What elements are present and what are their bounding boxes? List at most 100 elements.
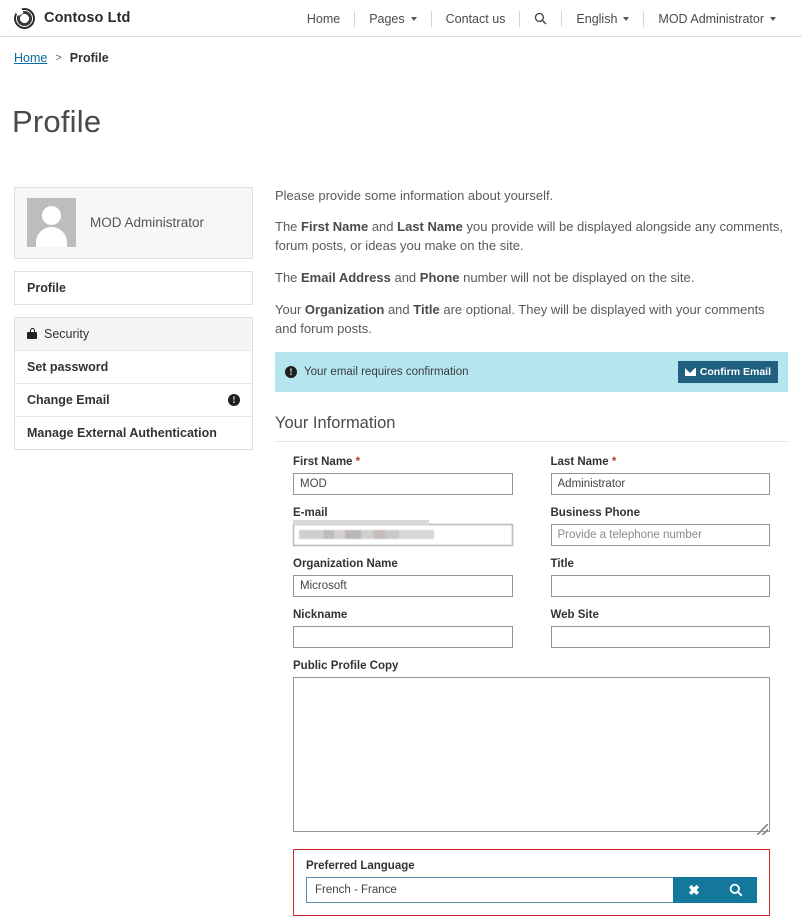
sidebar-item-manage-external-authentication-label: Manage External Authentication <box>27 425 217 440</box>
main-navigation: Home Pages Contact us English MOD Admini… <box>293 0 790 37</box>
nav-search-button[interactable] <box>520 12 561 25</box>
contoso-swirl-logo-icon <box>14 7 35 29</box>
intro-p4-c: and <box>384 301 414 317</box>
intro-paragraph-1: Please provide some information about yo… <box>275 187 554 203</box>
web-site-label: Web Site <box>551 609 771 621</box>
preferred-language-input[interactable] <box>306 876 673 903</box>
last-name-input[interactable] <box>550 472 770 495</box>
nav-item-user-menu-label: MOD Administrator <box>658 11 764 26</box>
public-profile-copy-label: Public Profile Copy <box>293 660 770 672</box>
intro-p2-c: and <box>368 219 398 235</box>
nickname-label-text: Nickname <box>293 608 348 621</box>
info-circle-icon: ! <box>285 365 297 378</box>
preferred-language-clear-button[interactable]: ✖ <box>673 876 715 903</box>
sidebar-profile-box: Profile <box>14 270 253 305</box>
nav-item-language-label: English <box>576 11 618 26</box>
field-email: E-mail <box>293 507 513 546</box>
nickname-input[interactable] <box>293 625 513 648</box>
web-site-input[interactable] <box>550 625 770 648</box>
organization-name-input[interactable] <box>293 574 513 597</box>
preferred-language-highlight: Preferred Language ✖ <box>293 848 770 916</box>
chevron-down-icon <box>623 16 630 21</box>
intro-p2-first-name: First Name <box>301 219 369 235</box>
chevron-down-icon <box>410 16 417 21</box>
intro-paragraph-4: Your Organization and Title are optional… <box>275 301 788 339</box>
intro-p3-email-address: Email Address <box>301 270 391 286</box>
form-row-public-profile-copy: Public Profile Copy <box>293 660 770 837</box>
confirm-email-button-label: Confirm Email <box>699 365 771 378</box>
sidebar-security-heading: Security <box>15 317 252 351</box>
public-profile-copy-textarea[interactable] <box>293 676 770 832</box>
preferred-language-label: Preferred Language <box>306 860 757 872</box>
info-circle-icon: ! <box>228 393 240 406</box>
field-public-profile-copy: Public Profile Copy <box>293 660 770 837</box>
email-redaction-wrapper <box>293 519 513 546</box>
sidebar-item-set-password[interactable]: Set password <box>15 350 252 384</box>
sidebar-item-manage-external-authentication[interactable]: Manage External Authentication <box>15 416 252 449</box>
intro-p2-last-name: Last Name <box>397 219 463 235</box>
intro-paragraph-2: The First Name and Last Name you provide… <box>275 218 788 256</box>
business-phone-input[interactable] <box>550 523 770 546</box>
intro-p3-d: number will not be displayed on the site… <box>459 270 695 286</box>
breadcrumb-home-link[interactable]: Home <box>14 51 47 65</box>
email-label-text: E-mail <box>293 506 328 519</box>
intro-p4-a: Your <box>275 301 305 317</box>
field-first-name: First Name * <box>293 456 513 495</box>
sidebar-security-heading-label: Security <box>44 326 90 341</box>
first-name-label: First Name * <box>293 456 513 468</box>
envelope-icon <box>684 367 696 376</box>
nav-item-contact-us[interactable]: Contact us <box>432 12 520 26</box>
main-content: Please provide some information about yo… <box>275 187 788 916</box>
title-label-text: Title <box>550 557 574 570</box>
nav-item-language[interactable]: English <box>562 12 643 26</box>
brand[interactable]: Contoso Ltd <box>14 7 131 29</box>
intro-paragraph-3: The Email Address and Phone number will … <box>275 269 788 288</box>
page-title: Profile <box>12 103 102 139</box>
page-layout: MOD Administrator Profile Security Set p… <box>0 161 802 916</box>
lock-body <box>27 332 37 340</box>
web-site-label-text: Web Site <box>550 608 599 621</box>
nav-item-pages-label: Pages <box>369 11 405 26</box>
confirm-email-button[interactable]: Confirm Email <box>677 360 778 383</box>
last-name-label-text: Last Name <box>550 455 609 468</box>
intro-p3-a: The <box>275 270 302 286</box>
nav-item-home[interactable]: Home <box>293 12 354 26</box>
intro-text: Please provide some information about yo… <box>275 187 788 339</box>
profile-form: First Name * Last Name * E-mail <box>275 442 788 916</box>
form-row-nickname-website: Nickname Web Site <box>293 609 770 648</box>
last-name-label: Last Name * <box>551 456 771 468</box>
nav-item-contact-us-label: Contact us <box>445 11 506 26</box>
intro-p3-c: and <box>390 270 420 286</box>
search-icon <box>729 883 743 897</box>
sidebar-item-profile[interactable]: Profile <box>15 271 252 304</box>
field-organization-name: Organization Name <box>293 558 513 597</box>
preferred-language-search-button[interactable] <box>715 876 757 903</box>
breadcrumb: Home > Profile <box>0 37 802 65</box>
form-row-names: First Name * Last Name * <box>293 456 770 495</box>
chevron-down-icon <box>770 16 776 21</box>
first-name-input[interactable] <box>293 472 513 495</box>
field-nickname: Nickname <box>293 609 513 648</box>
email-label: E-mail <box>293 507 513 519</box>
search-icon <box>535 12 547 25</box>
form-row-org-title: Organization Name Title <box>293 558 770 597</box>
nav-item-pages[interactable]: Pages <box>355 12 430 26</box>
sidebar-item-change-email-label: Change Email <box>27 392 110 407</box>
business-phone-label: Business Phone <box>551 507 771 519</box>
form-row-email-phone: E-mail Business Phone <box>293 507 770 546</box>
email-input[interactable] <box>293 523 513 546</box>
business-phone-label-text: Business Phone <box>550 506 640 519</box>
intro-p4-organization: Organization <box>304 301 385 317</box>
sidebar-item-profile-label: Profile <box>27 280 66 295</box>
sidebar-profile-name: MOD Administrator <box>90 215 205 231</box>
organization-name-label: Organization Name <box>293 558 513 570</box>
brand-name: Contoso Ltd <box>44 10 131 26</box>
avatar-body <box>36 227 67 248</box>
title-input[interactable] <box>550 574 770 597</box>
sidebar-item-change-email[interactable]: Change Email ! <box>15 383 252 417</box>
close-x-icon: ✖ <box>688 881 700 898</box>
your-information-heading: Your Information <box>275 413 396 432</box>
field-last-name: Last Name * <box>550 456 771 495</box>
nav-item-user-menu[interactable]: MOD Administrator <box>644 12 790 26</box>
site-header: Contoso Ltd Home Pages Contact us Englis… <box>0 0 802 37</box>
